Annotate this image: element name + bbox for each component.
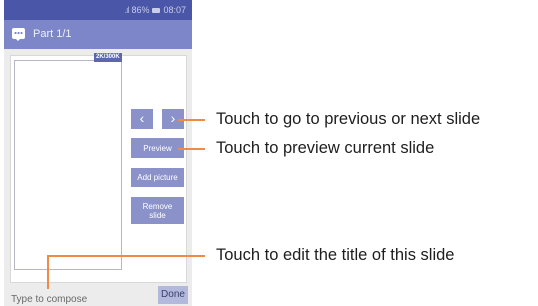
callout-line-edit-vertical	[47, 255, 49, 289]
callout-line-preview	[178, 148, 205, 150]
battery-icon	[152, 8, 161, 13]
remove-slide-label-line2: slide	[149, 210, 166, 220]
page-title[interactable]: Part 1/1	[33, 28, 72, 40]
done-button[interactable]: Done	[158, 286, 188, 304]
status-bar: .ıl 86% 08:07	[4, 0, 192, 20]
add-picture-button[interactable]: Add picture	[131, 168, 184, 187]
phone-screen: .ıl 86% 08:07 Part 1/1 2K/300K ‹ › Previ…	[4, 0, 192, 306]
previous-slide-button[interactable]: ‹	[131, 109, 153, 129]
signal-icon: .ıl	[124, 5, 129, 15]
callout-preview: Touch to preview current slide	[216, 139, 435, 157]
compose-input[interactable]: Type to compose	[11, 294, 87, 305]
callout-line-navigate	[178, 119, 205, 121]
remove-slide-button[interactable]: Remove slide	[131, 197, 184, 224]
size-badge: 2K/300K	[94, 53, 122, 62]
app-bar: Part 1/1	[4, 20, 192, 49]
preview-button[interactable]: Preview	[131, 138, 184, 158]
callout-edit-title: Touch to edit the title of this slide	[216, 246, 455, 264]
slide-preview[interactable]	[14, 60, 122, 270]
battery-percent: 86%	[131, 5, 150, 15]
callout-navigate: Touch to go to previous or next slide	[216, 110, 481, 128]
remove-slide-label-line1: Remove	[142, 201, 173, 211]
figure: .ıl 86% 08:07 Part 1/1 2K/300K ‹ › Previ…	[0, 0, 538, 306]
clock: 08:07	[163, 5, 186, 15]
callout-line-edit-horizontal	[47, 255, 205, 257]
message-icon	[12, 28, 25, 41]
